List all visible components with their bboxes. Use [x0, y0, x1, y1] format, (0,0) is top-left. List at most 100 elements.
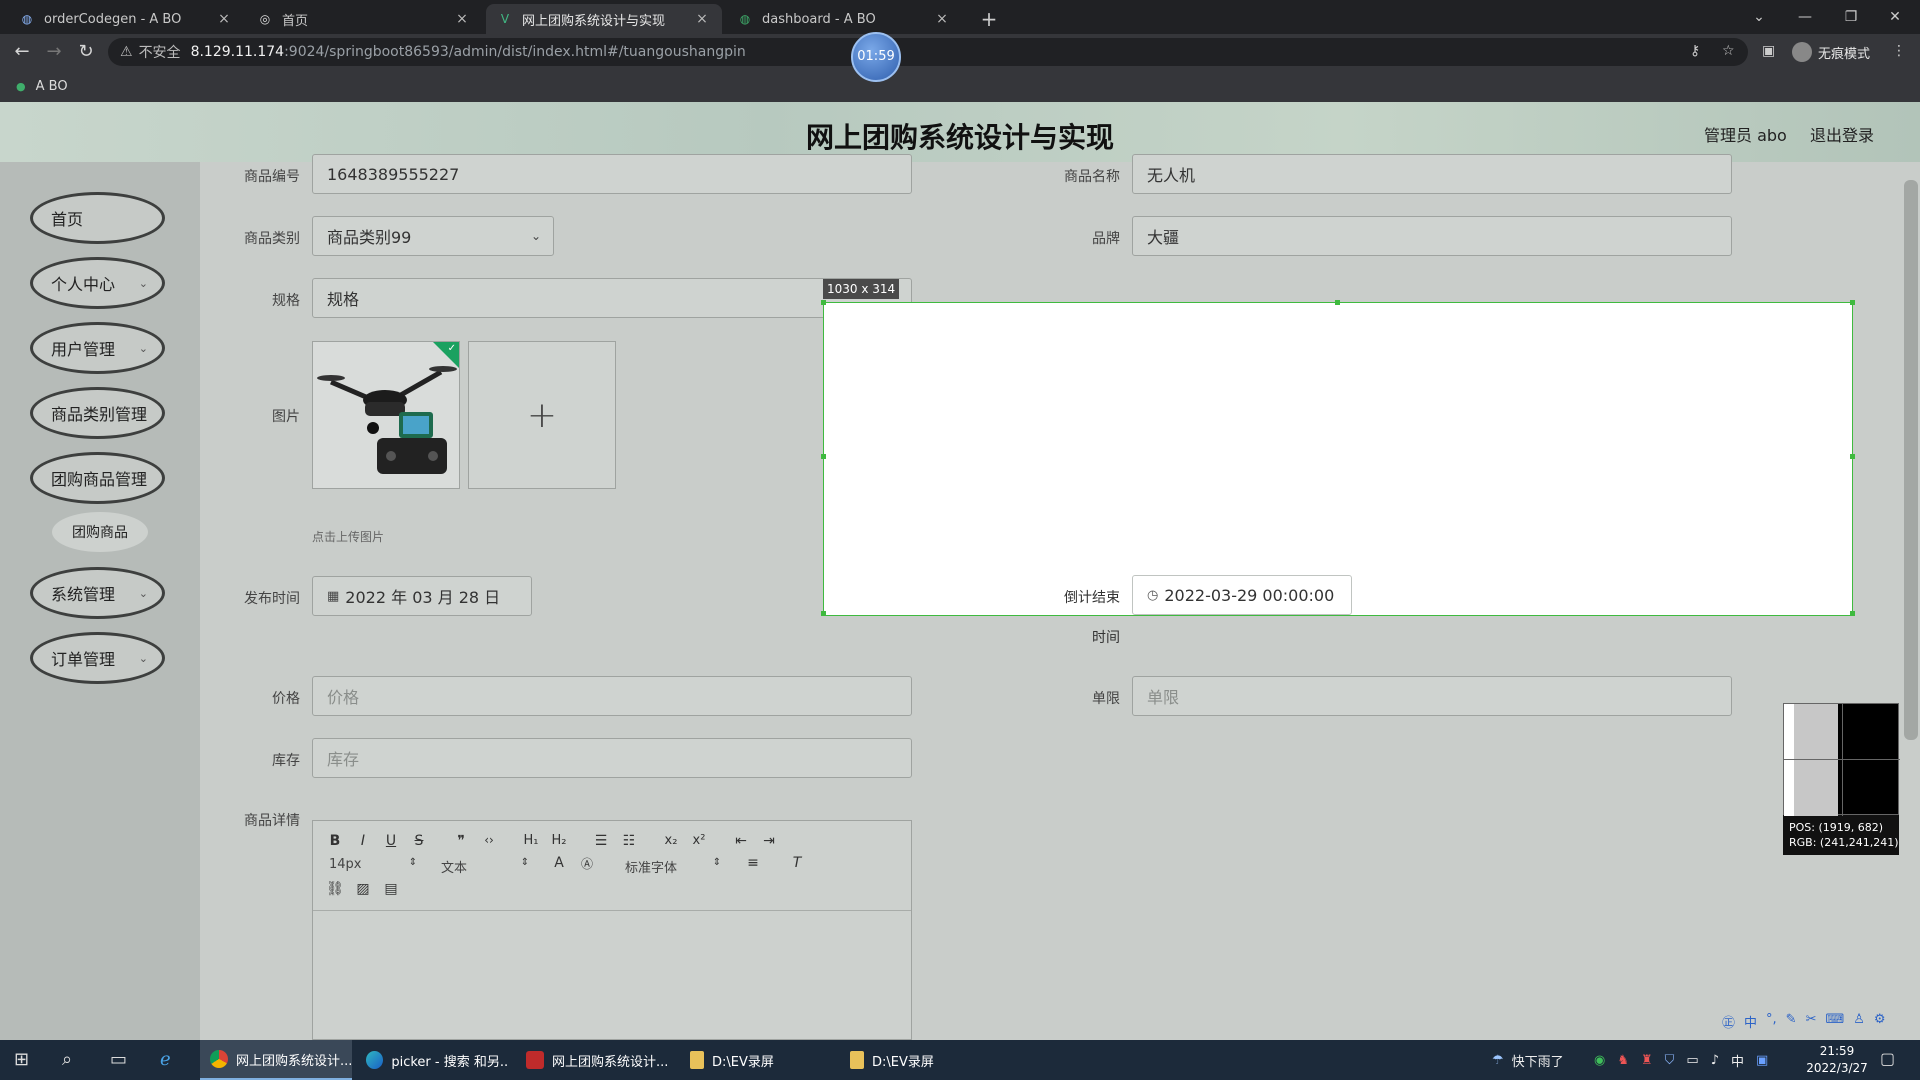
ime-tray-icon[interactable]: ▣: [1756, 1053, 1768, 1068]
menu-kebab-icon[interactable]: ⋮: [1892, 43, 1906, 59]
editor-body[interactable]: [313, 911, 911, 1039]
close-tab-icon[interactable]: ×: [694, 11, 710, 27]
close-window-icon[interactable]: ✕: [1872, 4, 1918, 30]
text-format-select[interactable]: 文本: [441, 857, 467, 876]
close-tab-icon[interactable]: ×: [216, 11, 232, 27]
selection-handle[interactable]: [1850, 300, 1855, 305]
bold-icon[interactable]: B: [325, 833, 345, 849]
incognito-badge[interactable]: 无痕模式: [1792, 42, 1870, 62]
reload-icon[interactable]: ↻: [74, 40, 98, 64]
underline-icon[interactable]: U: [381, 833, 401, 849]
selection-handle[interactable]: [821, 454, 826, 459]
taskbar-folder-ev2[interactable]: D:\EV录屏: [840, 1040, 992, 1080]
ime-punct-icon[interactable]: °,: [1766, 1012, 1777, 1036]
wechat-icon[interactable]: ◉: [1594, 1053, 1605, 1068]
image-icon[interactable]: ▨: [353, 881, 373, 897]
restore-icon[interactable]: ❐: [1828, 4, 1874, 30]
code-input[interactable]: 1648389555227: [312, 154, 912, 194]
ordered-list-icon[interactable]: ☰: [591, 833, 611, 849]
font-size-select[interactable]: 14px: [329, 857, 362, 872]
price-input[interactable]: 价格: [312, 676, 912, 716]
clear-format-icon[interactable]: T: [787, 855, 807, 871]
ime-indicator[interactable]: 中: [1731, 1051, 1744, 1070]
tab-home[interactable]: ◎ 首页 ×: [246, 4, 482, 34]
subscript-icon[interactable]: x₂: [661, 833, 681, 848]
video-icon[interactable]: ▤: [381, 881, 401, 897]
countdown-datetime-picker[interactable]: ◷ 2022-03-29 00:00:00: [1132, 575, 1352, 615]
sidebar-item-personal-center[interactable]: 个人中心 ⌄: [30, 257, 165, 309]
tray-app-icon[interactable]: ♜: [1641, 1053, 1653, 1068]
taskbar-edge-picker[interactable]: picker - 搜索 和另...: [356, 1040, 508, 1080]
taskbar-chrome-groupbuy[interactable]: 网上团购系统设计...: [200, 1040, 352, 1080]
code-block-icon[interactable]: ‹›: [479, 833, 499, 847]
background-color-icon[interactable]: Ⓐ: [577, 855, 597, 872]
spec-input[interactable]: 规格: [312, 278, 912, 318]
outdent-icon[interactable]: ⇤: [731, 833, 751, 849]
taskbar-vue-groupbuy[interactable]: 网上团购系统设计...: [516, 1040, 668, 1080]
forward-icon[interactable]: →: [42, 40, 66, 64]
sidebar-toggle-icon[interactable]: ▣: [1762, 43, 1775, 59]
star-icon[interactable]: ☆: [1722, 43, 1735, 59]
selection-handle[interactable]: [1850, 611, 1855, 616]
task-view-icon[interactable]: ▭: [110, 1049, 127, 1070]
new-tab-button[interactable]: +: [976, 6, 1002, 32]
volume-icon[interactable]: ♪: [1711, 1053, 1719, 1068]
url-field[interactable]: ⚠ 不安全 8.129.11.174 :9024/springboot86593…: [108, 38, 1748, 66]
tab-dashboard[interactable]: ◍ dashboard - A BO ×: [726, 4, 962, 34]
indent-icon[interactable]: ⇥: [759, 833, 779, 849]
search-icon[interactable]: ⌕: [62, 1049, 72, 1070]
ime-scissors-icon[interactable]: ✂: [1806, 1012, 1817, 1036]
sidebar-item-user-management[interactable]: 用户管理 ⌄: [30, 322, 165, 374]
tab-search-icon[interactable]: ⌄: [1736, 4, 1782, 30]
ime-settings-icon[interactable]: ⚙: [1874, 1012, 1886, 1036]
back-icon[interactable]: ←: [10, 40, 34, 64]
ime-logo-icon[interactable]: ㊣: [1722, 1012, 1735, 1036]
screenshot-selection[interactable]: [823, 302, 1853, 616]
key-icon[interactable]: ⚷: [1690, 43, 1700, 59]
taskbar-folder-ev1[interactable]: D:\EV录屏: [680, 1040, 832, 1080]
bullet-list-icon[interactable]: ☷: [619, 833, 639, 849]
bookmark-item[interactable]: A BO: [36, 79, 68, 94]
italic-icon[interactable]: I: [353, 833, 373, 849]
font-family-select[interactable]: 标准字体: [625, 857, 677, 876]
superscript-icon[interactable]: x²: [689, 833, 709, 848]
stock-input[interactable]: 库存: [312, 738, 912, 778]
align-icon[interactable]: ≡: [743, 855, 763, 871]
add-image-button[interactable]: +: [468, 341, 616, 489]
sidebar-item-order-management[interactable]: 订单管理 ⌄: [30, 632, 165, 684]
blockquote-icon[interactable]: ❞: [451, 833, 471, 849]
link-icon[interactable]: ⛓: [325, 881, 345, 897]
heading1-icon[interactable]: H₁: [521, 833, 541, 848]
sidebar-item-groupbuy-management[interactable]: 团购商品管理 ⌃: [30, 452, 165, 504]
font-color-icon[interactable]: A: [549, 855, 569, 871]
sidebar-item-home[interactable]: 首页: [30, 192, 165, 244]
system-clock[interactable]: 21:59 2022/3/27: [1802, 1043, 1872, 1077]
ime-keyboard-icon[interactable]: ⌨: [1825, 1012, 1844, 1036]
selection-handle[interactable]: [1335, 300, 1340, 305]
limit-input[interactable]: 单限: [1132, 676, 1732, 716]
page-scrollbar[interactable]: [1904, 180, 1918, 740]
weather-widget[interactable]: ☂ 快下雨了: [1492, 1040, 1564, 1080]
recording-timer[interactable]: 01:59: [851, 32, 901, 82]
name-input[interactable]: 无人机: [1132, 154, 1732, 194]
network-icon[interactable]: ▭: [1686, 1053, 1698, 1068]
tab-groupbuy[interactable]: V 网上团购系统设计与实现 ×: [486, 4, 722, 34]
close-tab-icon[interactable]: ×: [934, 11, 950, 27]
uploaded-image-thumbnail[interactable]: ✓: [312, 341, 460, 489]
minimize-icon[interactable]: —: [1782, 4, 1828, 30]
ime-lang[interactable]: 中: [1744, 1012, 1757, 1036]
tray-app-icon[interactable]: ♞: [1617, 1053, 1629, 1068]
shield-icon[interactable]: ⛉: [1665, 1053, 1675, 1068]
sidebar-item-category-management[interactable]: 商品类别管理 ⌄: [30, 387, 165, 439]
selection-handle[interactable]: [1850, 454, 1855, 459]
brand-input[interactable]: 大疆: [1132, 216, 1732, 256]
logout-link[interactable]: 退出登录: [1810, 122, 1874, 146]
notification-icon[interactable]: ▢: [1880, 1049, 1895, 1068]
ie-browser-icon[interactable]: ℯ: [160, 1049, 171, 1070]
ime-shirt-icon[interactable]: ♙: [1853, 1012, 1865, 1036]
category-select[interactable]: 商品类别99 ⌄: [312, 216, 554, 256]
selection-handle[interactable]: [821, 300, 826, 305]
sidebar-subitem-groupbuy-goods[interactable]: 团购商品: [52, 512, 148, 552]
tab-ordercodegen[interactable]: ◍ orderCodegen - A BO ×: [8, 4, 244, 34]
windows-start-icon[interactable]: ⊞: [14, 1049, 29, 1070]
